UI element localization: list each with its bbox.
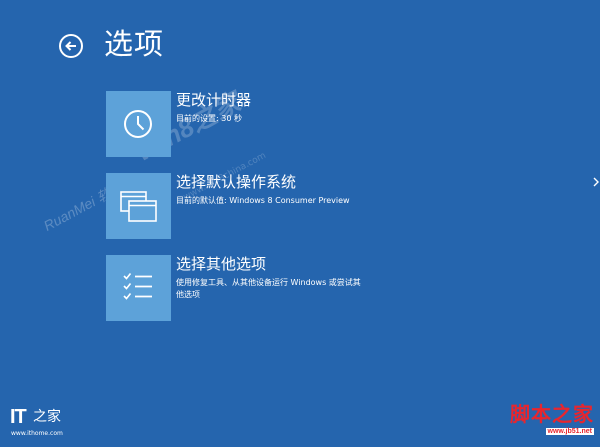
ithome-logo: IT 之家 www.ithome.com xyxy=(10,406,70,440)
ithome-logo-chinese: 之家 xyxy=(33,409,61,425)
option-description: 目前的默认值: Windows 8 Consumer Preview xyxy=(176,196,350,205)
ithome-logo-letters: IT xyxy=(10,406,27,428)
option-change-timer[interactable]: 更改计时器 目前的设置: 30 秒 xyxy=(106,91,506,157)
back-button[interactable] xyxy=(59,34,83,58)
checklist-icon xyxy=(123,273,152,300)
page-title: 选项 xyxy=(104,27,165,61)
option-choose-default-os[interactable]: 选择默认操作系统 目前的默认值: Windows 8 Consumer Prev… xyxy=(106,173,506,239)
ithome-logo-url: www.ithome.com xyxy=(11,430,63,437)
windows-stack-icon xyxy=(120,191,157,222)
option-tile xyxy=(106,173,171,239)
option-choose-other-options[interactable]: 选择其他选项 使用修复工具、从其他设备运行 Windows 或尝试其他选项 xyxy=(106,255,506,321)
option-description: 目前的设置: 30 秒 xyxy=(176,114,242,123)
chevron-right-icon xyxy=(593,177,599,187)
jb51-logo-chinese: 脚本之家 xyxy=(510,402,594,426)
option-title: 更改计时器 xyxy=(176,91,252,109)
option-tile xyxy=(106,255,171,321)
option-tile xyxy=(106,91,171,157)
option-title: 选择默认操作系统 xyxy=(176,173,297,191)
jb51-logo-url: www.jb51.net xyxy=(545,428,594,435)
back-arrow-icon xyxy=(65,41,76,51)
clock-icon xyxy=(124,110,152,138)
jb51-logo: 脚本之家 www.jb51.net xyxy=(508,401,598,443)
scroll-right-button[interactable] xyxy=(593,172,599,187)
option-description: 使用修复工具、从其他设备运行 Windows 或尝试其他选项 xyxy=(176,278,361,299)
option-title: 选择其他选项 xyxy=(176,255,267,273)
